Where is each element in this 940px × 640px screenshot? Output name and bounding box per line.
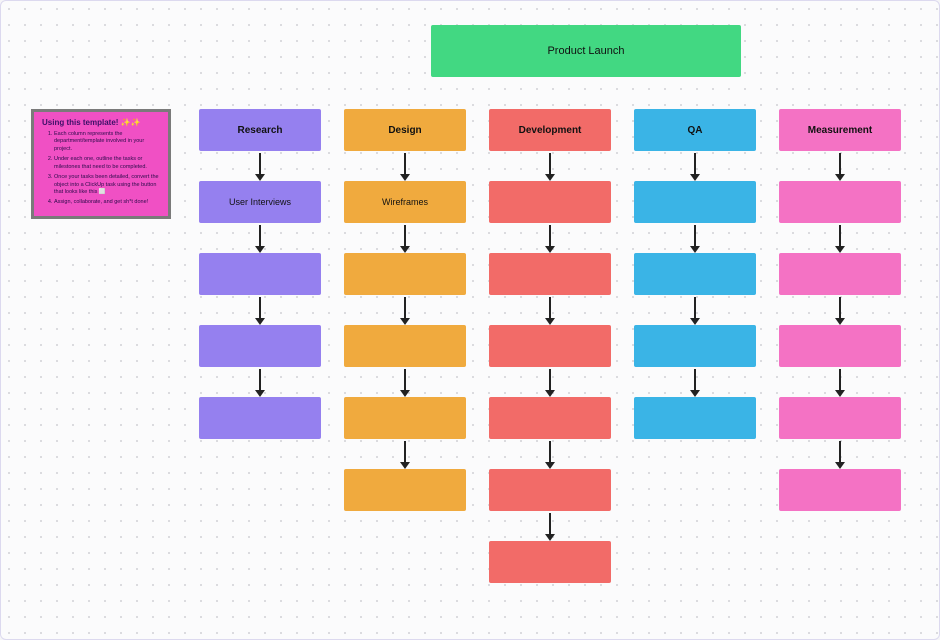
arrow-down-icon xyxy=(834,439,846,469)
column-header-research[interactable]: Research xyxy=(199,109,321,151)
arrow-down-icon xyxy=(399,295,411,325)
arrow-down-icon xyxy=(689,223,701,253)
arrow-down-icon xyxy=(399,223,411,253)
task-box[interactable] xyxy=(489,397,611,439)
task-box[interactable] xyxy=(489,253,611,295)
column-measurement: Measurement xyxy=(779,109,901,583)
arrow-down-icon xyxy=(544,367,556,397)
task-box[interactable] xyxy=(344,325,466,367)
column-header-design[interactable]: Design xyxy=(344,109,466,151)
columns-container: ResearchUser InterviewsDesignWireframesD… xyxy=(199,109,901,583)
task-box-label: Design xyxy=(388,125,421,136)
task-box-label: Research xyxy=(237,125,282,136)
task-box[interactable] xyxy=(199,253,321,295)
task-box-label: User Interviews xyxy=(229,197,291,207)
task-box[interactable] xyxy=(489,469,611,511)
arrow-down-icon xyxy=(544,439,556,469)
arrow-down-icon xyxy=(254,151,266,181)
column-header-measurement[interactable]: Measurement xyxy=(779,109,901,151)
arrow-down-icon xyxy=(689,151,701,181)
task-box-label: Development xyxy=(519,125,582,136)
task-box[interactable] xyxy=(779,253,901,295)
sticky-instruction-item: Each column represents the department/te… xyxy=(54,131,162,153)
arrow-down-icon xyxy=(254,367,266,397)
arrow-down-icon xyxy=(689,295,701,325)
arrow-down-icon xyxy=(834,223,846,253)
task-box[interactable] xyxy=(489,181,611,223)
column-research: Research User Interviews xyxy=(199,109,321,583)
task-box-label: Measurement xyxy=(808,125,872,136)
arrow-down-icon xyxy=(544,151,556,181)
sticky-instruction-item: Once your tasks been detailed, convert t… xyxy=(54,174,162,196)
task-box[interactable] xyxy=(779,325,901,367)
task-box[interactable] xyxy=(489,541,611,583)
task-box[interactable] xyxy=(779,181,901,223)
arrow-down-icon xyxy=(544,223,556,253)
arrow-down-icon xyxy=(834,295,846,325)
arrow-down-icon xyxy=(399,439,411,469)
arrow-down-icon xyxy=(254,223,266,253)
task-box[interactable] xyxy=(344,253,466,295)
task-box[interactable] xyxy=(634,253,756,295)
arrow-down-icon xyxy=(834,367,846,397)
sticky-instruction-item: Under each one, outline the tasks or mil… xyxy=(54,156,162,171)
column-header-development[interactable]: Development xyxy=(489,109,611,151)
task-box[interactable] xyxy=(634,397,756,439)
arrow-down-icon xyxy=(544,295,556,325)
arrow-down-icon xyxy=(544,511,556,541)
arrow-down-icon xyxy=(399,151,411,181)
column-design: Design Wireframes xyxy=(344,109,466,583)
task-box[interactable]: User Interviews xyxy=(199,181,321,223)
arrow-down-icon xyxy=(689,367,701,397)
task-box[interactable] xyxy=(489,325,611,367)
instructions-sticky-note[interactable]: Using this template! ✨✨ Each column repr… xyxy=(31,109,171,219)
sticky-instruction-list: Each column represents the department/te… xyxy=(42,131,162,207)
column-development: Development xyxy=(489,109,611,583)
task-box[interactable] xyxy=(634,181,756,223)
project-title-banner[interactable]: Product Launch xyxy=(431,25,741,77)
column-header-qa[interactable]: QA xyxy=(634,109,756,151)
sticky-title: Using this template! ✨✨ xyxy=(42,118,162,127)
task-box-label: QA xyxy=(688,125,703,136)
task-box[interactable] xyxy=(634,325,756,367)
project-title-text: Product Launch xyxy=(547,45,624,57)
column-qa: QA xyxy=(634,109,756,583)
task-box[interactable] xyxy=(344,469,466,511)
sticky-instruction-item: Assign, collaborate, and get sh*t done! xyxy=(54,199,162,206)
task-box[interactable] xyxy=(779,469,901,511)
task-box[interactable] xyxy=(779,397,901,439)
task-box[interactable] xyxy=(199,397,321,439)
whiteboard-canvas[interactable]: Product Launch Using this template! ✨✨ E… xyxy=(0,0,940,640)
task-box[interactable] xyxy=(199,325,321,367)
arrow-down-icon xyxy=(399,367,411,397)
task-box[interactable]: Wireframes xyxy=(344,181,466,223)
arrow-down-icon xyxy=(254,295,266,325)
task-box[interactable] xyxy=(344,397,466,439)
task-box-label: Wireframes xyxy=(382,197,428,207)
arrow-down-icon xyxy=(834,151,846,181)
